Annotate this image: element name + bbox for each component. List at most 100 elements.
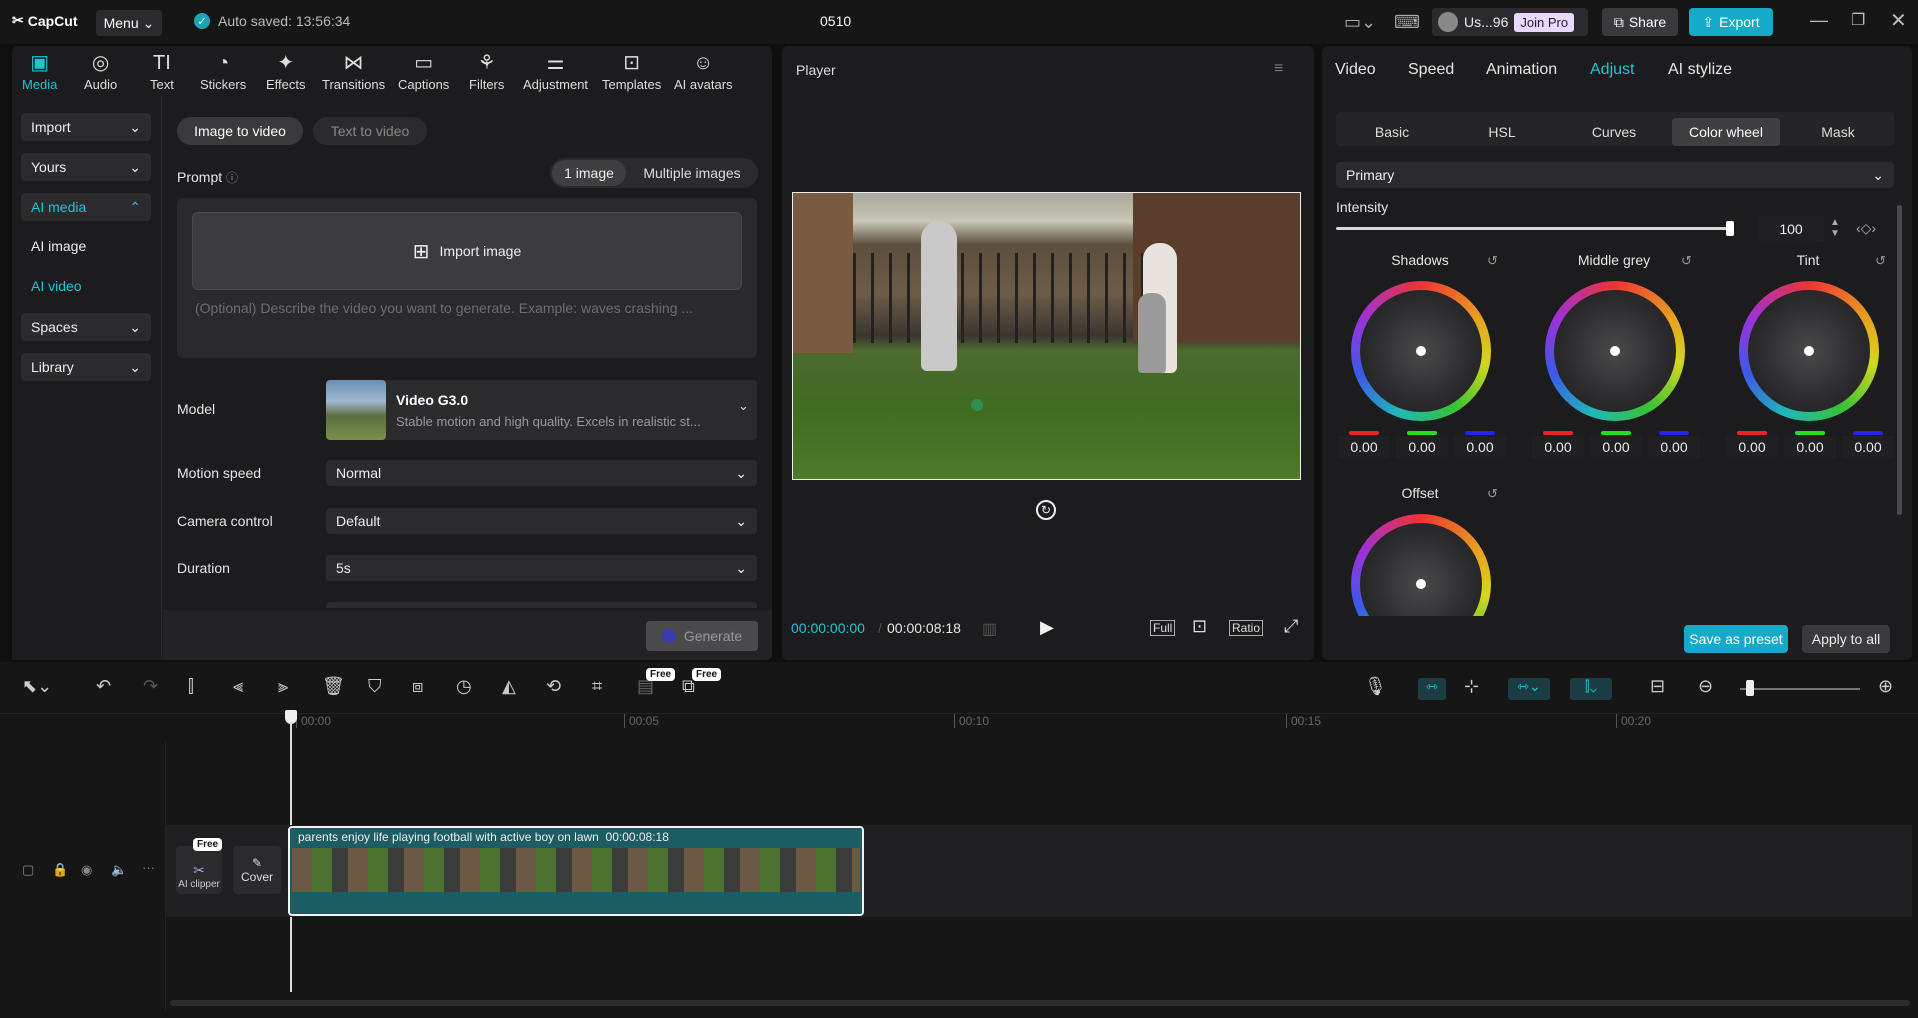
select-tool-icon[interactable]: ⬉⌄	[22, 676, 52, 697]
generate-button[interactable]: Generate	[646, 621, 758, 651]
ai-clipper-button[interactable]: ✂ AI clipper	[176, 846, 222, 894]
zoom-in-icon[interactable]: ⊕	[1878, 676, 1893, 697]
prompt-input[interactable]: (Optional) Describe the video you want t…	[195, 300, 745, 316]
motion-speed-select[interactable]: Normal ⌄	[326, 460, 757, 486]
project-title[interactable]: 0510	[820, 13, 851, 29]
undo-icon[interactable]: ↶	[96, 676, 111, 697]
multiple-images-option[interactable]: Multiple images	[630, 160, 754, 186]
video-preview[interactable]	[792, 192, 1301, 480]
intensity-slider[interactable]	[1336, 227, 1732, 230]
camera-control-select[interactable]: Default ⌄	[326, 508, 757, 534]
volume-icon[interactable]: 🔈	[111, 862, 127, 878]
middle-grey-b-input[interactable]: 0.00	[1648, 436, 1700, 458]
tab-adjust[interactable]: Adjust	[1590, 61, 1634, 79]
main-track-magnet-icon[interactable]: ⇿	[1418, 678, 1446, 700]
wheel-mode-select[interactable]: Primary ⌄	[1336, 162, 1894, 188]
properties-scrollbar[interactable]	[1897, 205, 1902, 515]
tint-r-input[interactable]: 0.00	[1726, 436, 1778, 458]
microphone-icon[interactable]: 🎙	[1364, 676, 1387, 697]
layout-icon[interactable]: ▭⌄	[1344, 12, 1376, 33]
subtab-hsl[interactable]: HSL	[1448, 118, 1556, 146]
ratio-button[interactable]: Ratio	[1229, 620, 1264, 636]
close-icon[interactable]: ✕	[1890, 8, 1907, 33]
stepper-icon[interactable]: ▲ ▼	[1830, 217, 1840, 239]
full-button[interactable]: Full	[1150, 620, 1176, 636]
sidebar-item-import[interactable]: Import ⌄	[21, 113, 151, 141]
tab-text[interactable]: TI Text	[150, 52, 174, 92]
redo-icon[interactable]: ↷	[143, 676, 158, 697]
play-icon[interactable]: ▶	[1040, 617, 1054, 638]
keyframe-icon[interactable]: ‹◇›	[1856, 220, 1876, 237]
sidebar-item-spaces[interactable]: Spaces ⌄	[21, 313, 151, 341]
export-button[interactable]: ⇪ Export	[1689, 8, 1773, 36]
middle-grey-r-input[interactable]: 0.00	[1532, 436, 1584, 458]
auto-snap-icon[interactable]: ⊹	[1464, 676, 1479, 697]
tab-media[interactable]: ▣ Media	[22, 52, 57, 92]
shadows-g-input[interactable]: 0.00	[1396, 436, 1448, 458]
sidebar-item-library[interactable]: Library ⌄	[21, 353, 151, 381]
sidebar-item-yours[interactable]: Yours ⌄	[21, 153, 151, 181]
delete-icon[interactable]: 🗑	[322, 676, 345, 697]
cover-button[interactable]: ✎ Cover	[233, 846, 281, 894]
offset-wheel[interactable]	[1351, 514, 1491, 616]
speed-icon[interactable]: ◷	[456, 676, 472, 697]
shadows-b-input[interactable]: 0.00	[1454, 436, 1506, 458]
screenshot-icon[interactable]: ⊡	[1192, 616, 1207, 637]
preview-axis-icon[interactable]: ⫿⌄	[1570, 678, 1612, 700]
reset-icon[interactable]: ↺	[1681, 253, 1692, 269]
more-options-select[interactable]	[326, 602, 757, 608]
save-as-preset-button[interactable]: Save as preset	[1684, 625, 1788, 653]
import-image-button[interactable]: ⊞ Import image	[192, 212, 742, 290]
minimize-icon[interactable]: —	[1810, 10, 1828, 31]
mirror-icon[interactable]: ◭	[502, 676, 516, 697]
reset-icon[interactable]: ↺	[1875, 253, 1886, 269]
zoom-out-icon[interactable]: ⊖	[1698, 676, 1713, 697]
tint-b-input[interactable]: 0.00	[1842, 436, 1894, 458]
rotate-icon[interactable]: ↻	[1036, 500, 1056, 520]
more-icon[interactable]: ···	[142, 860, 155, 875]
intensity-slider-handle[interactable]	[1726, 221, 1734, 236]
text-to-video-tab[interactable]: Text to video	[313, 117, 427, 145]
hamburger-icon[interactable]: ≡	[1274, 60, 1283, 78]
restore-icon[interactable]: ❐	[1851, 10, 1865, 30]
intensity-input[interactable]: 100	[1758, 216, 1824, 242]
middle-grey-g-input[interactable]: 0.00	[1590, 436, 1642, 458]
waveform-icon[interactable]: ▥	[982, 619, 997, 639]
shadows-r-input[interactable]: 0.00	[1338, 436, 1390, 458]
tab-video[interactable]: Video	[1335, 61, 1376, 79]
timeline-scrollbar[interactable]	[170, 1000, 1910, 1006]
apply-to-all-button[interactable]: Apply to all	[1802, 625, 1890, 653]
tab-animation[interactable]: Animation	[1486, 61, 1557, 79]
subtab-color-wheel[interactable]: Color wheel	[1672, 118, 1780, 146]
subtab-curves[interactable]: Curves	[1560, 118, 1668, 146]
fit-timeline-icon[interactable]: ⊟	[1650, 676, 1665, 697]
video-clip[interactable]: parents enjoy life playing football with…	[288, 826, 864, 916]
share-button[interactable]: ⧉ Share	[1602, 8, 1678, 36]
menu-button[interactable]: Menu ⌄	[96, 10, 162, 36]
shadows-wheel-handle[interactable]	[1416, 346, 1426, 356]
tab-templates[interactable]: ⊡ Templates	[602, 52, 661, 92]
rotate-clip-icon[interactable]: ⟲	[546, 676, 561, 697]
duration-select[interactable]: 5s ⌄	[326, 555, 757, 581]
tab-speed[interactable]: Speed	[1408, 61, 1454, 79]
split-left-icon[interactable]: ⫷	[233, 676, 243, 697]
offset-wheel-handle[interactable]	[1416, 579, 1426, 589]
subtab-basic[interactable]: Basic	[1338, 118, 1446, 146]
join-pro-button[interactable]: Join Pro	[1514, 12, 1575, 32]
mask-icon[interactable]: ⛉	[368, 676, 382, 697]
split-icon[interactable]: ⫿	[188, 676, 194, 697]
tab-effects[interactable]: ✦ Effects	[266, 52, 306, 92]
lock-icon[interactable]: 🔒	[52, 862, 68, 878]
tab-ai-avatars[interactable]: ☺ AI avatars	[674, 52, 733, 92]
tab-filters[interactable]: ⚘ Filters	[469, 52, 504, 92]
tab-stickers[interactable]: ◔ Stickers	[200, 52, 246, 92]
tab-audio[interactable]: ◎ Audio	[84, 52, 117, 92]
model-select[interactable]: Video G3.0 Stable motion and high qualit…	[326, 380, 757, 440]
timeline-ruler[interactable]: 00:00 00:05 00:10 00:15 00:20	[292, 710, 1918, 734]
reset-icon[interactable]: ↺	[1487, 253, 1498, 269]
freeze-icon[interactable]: ⧈	[412, 676, 423, 697]
middle-grey-wheel-handle[interactable]	[1610, 346, 1620, 356]
tab-ai-stylize[interactable]: AI stylize	[1668, 61, 1732, 79]
eye-icon[interactable]: ◉	[81, 862, 92, 878]
tint-g-input[interactable]: 0.00	[1784, 436, 1836, 458]
